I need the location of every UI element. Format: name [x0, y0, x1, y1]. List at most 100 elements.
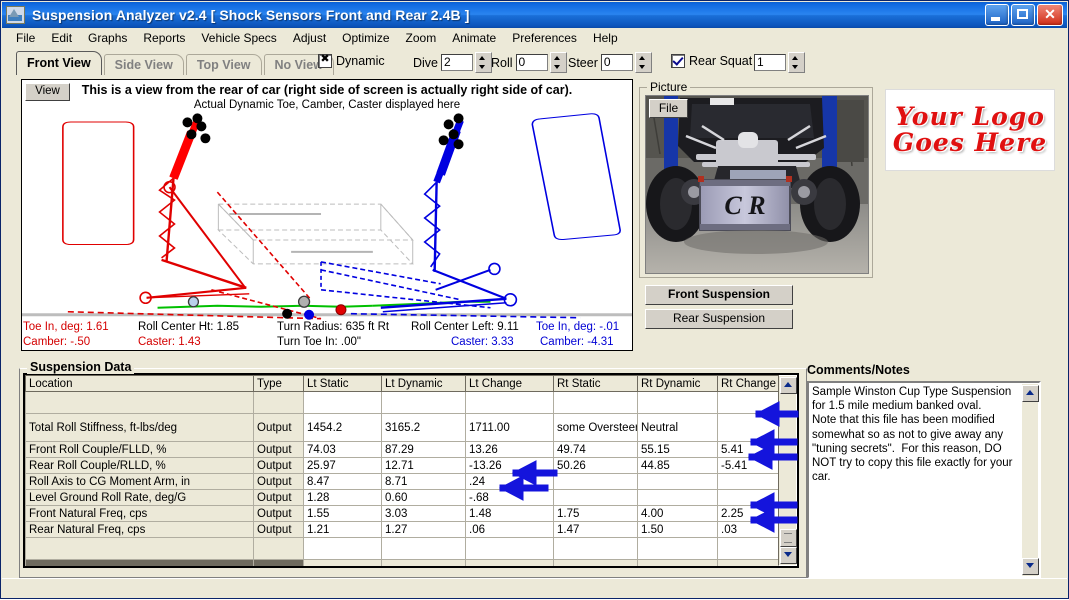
cell-value[interactable]: [717, 413, 779, 442]
table-row[interactable]: Front Natural Freq, cps Output 1.55 3.03 1.4…: [25, 505, 779, 522]
cell-value[interactable]: [637, 537, 718, 560]
cell-value[interactable]: 4.00: [637, 505, 718, 522]
cell-location[interactable]: Rear Natural Freq, cps: [25, 521, 254, 538]
cell-value[interactable]: 3.03: [381, 505, 466, 522]
comments-scroll-down[interactable]: [1022, 558, 1039, 575]
menu-item-optimize[interactable]: Optimize: [334, 29, 397, 47]
menu-item-reports[interactable]: Reports: [135, 29, 193, 47]
cell-value[interactable]: Neutral: [637, 413, 718, 442]
cell-value[interactable]: [303, 391, 382, 414]
cell-value[interactable]: 8.47: [303, 473, 382, 490]
cell-value[interactable]: 1.27: [381, 521, 466, 538]
rear-squat-input[interactable]: 1: [754, 54, 786, 71]
steer-spin-buttons[interactable]: [634, 52, 652, 73]
cell-location[interactable]: Roll Axis to CG Moment Arm, in: [25, 473, 254, 490]
cell-value[interactable]: 44.85: [637, 457, 718, 474]
steer-input[interactable]: 0: [600, 54, 633, 71]
comments-scrollbar[interactable]: [1022, 384, 1039, 576]
menu-item-graphs[interactable]: Graphs: [80, 29, 135, 47]
rear-suspension-button[interactable]: Rear Suspension: [645, 309, 793, 329]
cell-value[interactable]: Output: [253, 473, 304, 490]
roll-stepper[interactable]: Roll 0: [491, 52, 567, 73]
dive-input[interactable]: 2: [441, 54, 474, 71]
cell-location[interactable]: Rear Roll Couple/RLLD, %: [25, 457, 254, 474]
cell-value[interactable]: 1.21: [303, 521, 382, 538]
steer-stepper[interactable]: Steer 0: [568, 52, 652, 73]
menu-item-animate[interactable]: Animate: [444, 29, 504, 47]
cell-location[interactable]: Total Roll Stiffness, ft-lbs/deg: [25, 413, 254, 442]
cell-value[interactable]: [717, 489, 779, 506]
cell-value[interactable]: Output: [253, 441, 304, 458]
rear-squat-spin-buttons[interactable]: [788, 52, 805, 73]
cell-value[interactable]: [717, 537, 779, 560]
menu-item-preferences[interactable]: Preferences: [504, 29, 585, 47]
cell-value[interactable]: 25.97: [303, 457, 382, 474]
cell-value[interactable]: [553, 537, 638, 560]
comments-text[interactable]: Sample Winston Cup Type Suspension for 1…: [812, 385, 1019, 484]
cell-value[interactable]: 13.26: [465, 441, 554, 458]
cell-value[interactable]: [637, 391, 718, 414]
table-row[interactable]: [25, 391, 779, 414]
table-row[interactable]: [25, 537, 779, 560]
cell-location[interactable]: [25, 537, 254, 560]
dive-stepper[interactable]: Dive 2: [413, 52, 493, 73]
cell-value[interactable]: [717, 473, 779, 490]
picture-image[interactable]: C R File: [645, 95, 869, 274]
cell-value[interactable]: [553, 391, 638, 414]
table-row[interactable]: Rear Roll Couple/RLLD, % Output 25.97 12.71…: [25, 457, 779, 474]
scroll-up-button[interactable]: [780, 377, 797, 394]
cell-value[interactable]: 8.71: [381, 473, 466, 490]
menu-item-adjust[interactable]: Adjust: [285, 29, 334, 47]
scroll-down-button[interactable]: [780, 547, 797, 564]
cell-value[interactable]: [381, 537, 466, 560]
cell-value[interactable]: 1.55: [303, 505, 382, 522]
cell-location[interactable]: Level Ground Roll Rate, deg/G: [25, 489, 254, 506]
front-suspension-button[interactable]: Front Suspension: [645, 285, 793, 305]
table-row[interactable]: Front Roll Couple/FLLD, % Output 74.03 87.2…: [25, 441, 779, 458]
cell-value[interactable]: 1.50: [637, 521, 718, 538]
cell-value[interactable]: 12.71: [381, 457, 466, 474]
cell-value[interactable]: [303, 537, 382, 560]
cell-value[interactable]: 74.03: [303, 441, 382, 458]
comments-scroll-up[interactable]: [1022, 385, 1039, 402]
cell-value[interactable]: 5.41: [717, 441, 779, 458]
cell-value[interactable]: [253, 537, 304, 560]
menu-item-edit[interactable]: Edit: [43, 29, 80, 47]
tab-front-view[interactable]: Front View: [16, 51, 102, 75]
table-row[interactable]: Roll Axis to CG Moment Arm, in Output 8.47…: [25, 473, 779, 490]
cell-value[interactable]: [717, 391, 779, 414]
cell-value[interactable]: some Oversteer: [553, 413, 638, 442]
cell-value[interactable]: 1.48: [465, 505, 554, 522]
scroll-thumb[interactable]: [780, 529, 797, 547]
minimize-button[interactable]: [985, 4, 1009, 26]
cell-value[interactable]: 87.29: [381, 441, 466, 458]
cell-value[interactable]: .24: [465, 473, 554, 490]
menu-item-zoom[interactable]: Zoom: [398, 29, 445, 47]
cell-value[interactable]: [637, 489, 718, 506]
cell-value[interactable]: [465, 391, 554, 414]
cell-value[interactable]: 1454.2: [303, 413, 382, 442]
cell-value[interactable]: 1711.00: [465, 413, 554, 442]
table-row[interactable]: Level Ground Roll Rate, deg/G Output 1.28 0…: [25, 489, 779, 506]
table-row[interactable]: Rear Natural Freq, cps Output 1.21 1.27.06 1…: [25, 521, 779, 538]
tab-side-view[interactable]: Side View: [103, 54, 184, 75]
cell-value[interactable]: [465, 537, 554, 560]
menu-item-file[interactable]: File: [8, 29, 43, 47]
cell-value[interactable]: 1.28: [303, 489, 382, 506]
dive-spin-buttons[interactable]: [475, 52, 493, 73]
cell-value[interactable]: Output: [253, 457, 304, 474]
cell-value[interactable]: 49.74: [553, 441, 638, 458]
tab-top-view[interactable]: Top View: [185, 54, 262, 75]
dynamic-checkbox[interactable]: Dynamic: [318, 52, 385, 68]
cell-value[interactable]: 0.60: [381, 489, 466, 506]
menu-item-vehicle-specs[interactable]: Vehicle Specs: [193, 29, 284, 47]
table-row[interactable]: Total Roll Stiffness, ft-lbs/deg Output 14…: [25, 413, 779, 442]
cell-value[interactable]: -13.26: [465, 457, 554, 474]
cell-location[interactable]: Front Roll Couple/FLLD, %: [25, 441, 254, 458]
comments-box[interactable]: Sample Winston Cup Type Suspension for 1…: [807, 381, 1041, 579]
cell-value[interactable]: [381, 391, 466, 414]
cell-value[interactable]: 50.26: [553, 457, 638, 474]
menu-item-help[interactable]: Help: [585, 29, 626, 47]
cell-value[interactable]: -5.41: [717, 457, 779, 474]
cell-value[interactable]: Output: [253, 521, 304, 538]
